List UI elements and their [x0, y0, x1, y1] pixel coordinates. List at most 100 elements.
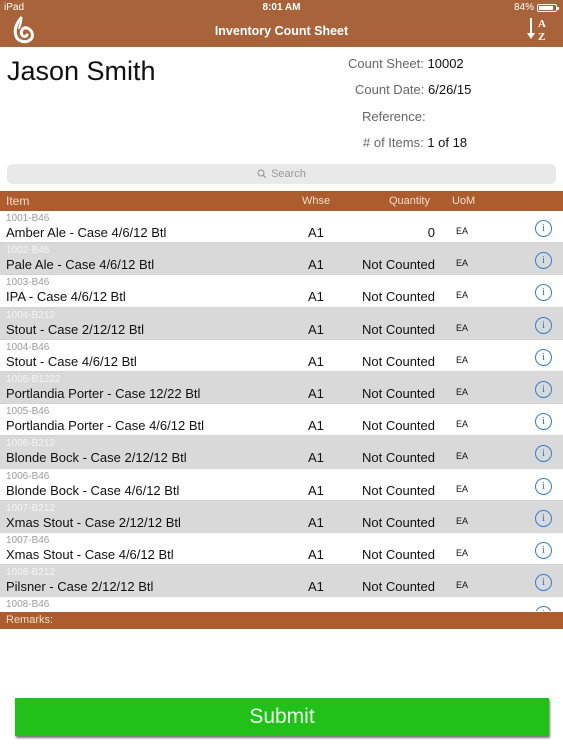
- table-row[interactable]: 1007-B212 Xmas Stout - Case 2/12/12 Btl A1…: [0, 500, 563, 533]
- quantity-cell[interactable]: Not Counted: [362, 483, 435, 498]
- search-input[interactable]: Search: [7, 164, 556, 184]
- item-code: 1005-B1222: [6, 373, 61, 385]
- uom-cell: EA: [456, 580, 469, 591]
- item-description: Portlandia Porter - Case 12/22 Btl: [6, 385, 201, 401]
- info-icon[interactable]: i: [535, 541, 552, 559]
- item-code: 1004-B46: [6, 341, 50, 353]
- remarks-label: Remarks:: [0, 612, 563, 629]
- svg-text:A: A: [538, 18, 546, 30]
- uom-cell: EA: [456, 322, 469, 333]
- item-description: Xmas Stout - Case 4/6/12 Btl: [6, 546, 174, 562]
- item-code: 1008-B212: [6, 567, 55, 579]
- item-code: 1005-B46: [6, 406, 50, 418]
- table-row[interactable]: 1004-B46 Stout - Case 4/6/12 Btl A1 Not Cou…: [0, 340, 563, 372]
- table-row[interactable]: 1005-B1222 Portlandia Porter - Case 12/22…: [0, 371, 563, 405]
- reference-label: Reference:: [362, 109, 426, 124]
- item-description: Portlandia Porter - Case 4/6/12 Btl: [6, 418, 204, 434]
- remarks-input[interactable]: [0, 629, 563, 697]
- uom-cell: EA: [456, 419, 469, 430]
- info-icon[interactable]: i: [535, 252, 552, 270]
- item-code: 1004-B212: [6, 309, 55, 321]
- item-description: IPA - Case 4/6/12 Btl: [6, 289, 126, 305]
- table-row[interactable]: 1005-B46 Portlandia Porter - Case 4/6/12 …: [0, 404, 563, 437]
- column-header-item[interactable]: Item: [6, 194, 29, 208]
- item-code: 1006-B212: [6, 438, 55, 450]
- quantity-cell[interactable]: Not Counted: [362, 515, 435, 530]
- svg-text:Z: Z: [538, 31, 545, 42]
- quantity-cell[interactable]: Not Counted: [362, 257, 435, 272]
- quantity-cell[interactable]: Not Counted: [362, 579, 435, 594]
- item-code: 1001-B46: [6, 213, 50, 224]
- table-row[interactable]: 1002-B46 Pale Ale - Case 4/6/12 Btl A1 Not …: [0, 243, 563, 276]
- page-title: Inventory Count Sheet: [214, 24, 349, 38]
- warehouse-cell: A1: [308, 257, 324, 273]
- table-row[interactable]: 1008-B46 i: [0, 597, 563, 611]
- item-code: 1007-B212: [6, 502, 55, 514]
- items-count-value: 1 of 18: [427, 135, 468, 150]
- counter-name: Jason Smith: [7, 56, 156, 86]
- info-icon[interactable]: i: [535, 220, 552, 237]
- warehouse-cell: A1: [308, 546, 324, 562]
- search-placeholder: Search: [271, 168, 306, 180]
- count-date-value: 6/26/15: [428, 82, 472, 97]
- uom-cell: EA: [456, 451, 469, 462]
- warehouse-cell: A1: [308, 321, 324, 337]
- info-icon[interactable]: i: [535, 606, 552, 611]
- warehouse-cell: A1: [308, 450, 324, 466]
- info-icon[interactable]: i: [535, 284, 552, 302]
- quantity-cell[interactable]: Not Counted: [362, 418, 435, 433]
- quantity-cell[interactable]: Not Counted: [362, 450, 435, 465]
- quantity-cell[interactable]: Not Counted: [362, 354, 435, 369]
- warehouse-cell: A1: [308, 289, 324, 305]
- column-header-quantity[interactable]: Quantity: [389, 195, 430, 207]
- item-description: Xmas Stout - Case 2/12/12 Btl: [6, 514, 181, 530]
- item-code: 1002-B46: [6, 245, 50, 257]
- uom-cell: EA: [456, 547, 469, 558]
- battery-icon: [537, 3, 559, 12]
- inventory-list[interactable]: 1001-B46 Amber Ale - Case 4/6/12 Btl A1 0 EA…: [0, 211, 563, 611]
- battery-percent: 84%: [513, 2, 534, 13]
- warehouse-cell: A1: [308, 579, 324, 595]
- item-code: 1007-B46: [6, 534, 50, 546]
- info-icon[interactable]: i: [535, 445, 552, 463]
- item-description: Blonde Bock - Case 4/6/12 Btl: [6, 482, 180, 498]
- info-icon[interactable]: i: [535, 380, 552, 398]
- table-row[interactable]: 1007-B46 Xmas Stout - Case 4/6/12 Btl A1 No…: [0, 533, 563, 566]
- table-row[interactable]: 1003-B46 IPA - Case 4/6/12 Btl A1 Not Count…: [0, 275, 563, 308]
- quantity-cell[interactable]: 0: [428, 225, 435, 240]
- uom-cell: EA: [456, 515, 469, 526]
- items-count-row: # of Items: 1 of 18: [363, 135, 467, 150]
- quantity-cell[interactable]: Not Counted: [362, 547, 435, 562]
- item-description: Stout - Case 2/12/12 Btl: [6, 321, 145, 337]
- info-icon[interactable]: i: [535, 509, 552, 527]
- uom-cell: EA: [456, 290, 469, 301]
- count-sheet-label: Count Sheet:: [348, 56, 424, 71]
- items-count-label: # of Items:: [363, 135, 424, 150]
- table-header: Item Whse Quantity UoM: [0, 191, 563, 211]
- table-row[interactable]: 1001-B46 Amber Ale - Case 4/6/12 Btl A1 0 EA…: [0, 211, 563, 244]
- table-row[interactable]: 1006-B46 Blonde Bock - Case 4/6/12 Btl A1 N…: [0, 469, 563, 501]
- info-icon[interactable]: i: [535, 477, 552, 495]
- table-row[interactable]: 1006-B212 Blonde Bock - Case 2/12/12 Btl A…: [0, 436, 563, 469]
- item-code: 1006-B46: [6, 470, 50, 482]
- count-date-row: Count Date: 6/26/15: [355, 82, 471, 97]
- info-icon[interactable]: i: [535, 574, 552, 592]
- quantity-cell[interactable]: Not Counted: [362, 386, 435, 401]
- sort-a-z-icon[interactable]: A Z: [527, 16, 549, 42]
- count-sheet-value: 10002: [427, 56, 464, 71]
- uom-cell: EA: [456, 386, 469, 397]
- submit-button[interactable]: Submit: [15, 698, 549, 736]
- table-row[interactable]: 1008-B212 Pilsner - Case 2/12/12 Btl A1 Not…: [0, 565, 563, 598]
- uom-cell: EA: [456, 354, 469, 365]
- quantity-cell[interactable]: Not Counted: [362, 289, 435, 304]
- info-icon[interactable]: i: [535, 348, 552, 366]
- table-row[interactable]: 1004-B212 Stout - Case 2/12/12 Btl A1 Not C…: [0, 307, 563, 340]
- item-description: Pilsner - Case 2/12/12 Btl: [6, 579, 154, 595]
- column-header-whse[interactable]: Whse: [302, 195, 330, 207]
- column-header-uom[interactable]: UoM: [452, 195, 475, 207]
- item-description: Pale Ale - Case 4/6/12 Btl: [6, 257, 155, 273]
- info-icon[interactable]: i: [535, 316, 552, 334]
- info-icon[interactable]: i: [535, 413, 552, 431]
- warehouse-cell: A1: [308, 353, 324, 369]
- quantity-cell[interactable]: Not Counted: [362, 322, 435, 337]
